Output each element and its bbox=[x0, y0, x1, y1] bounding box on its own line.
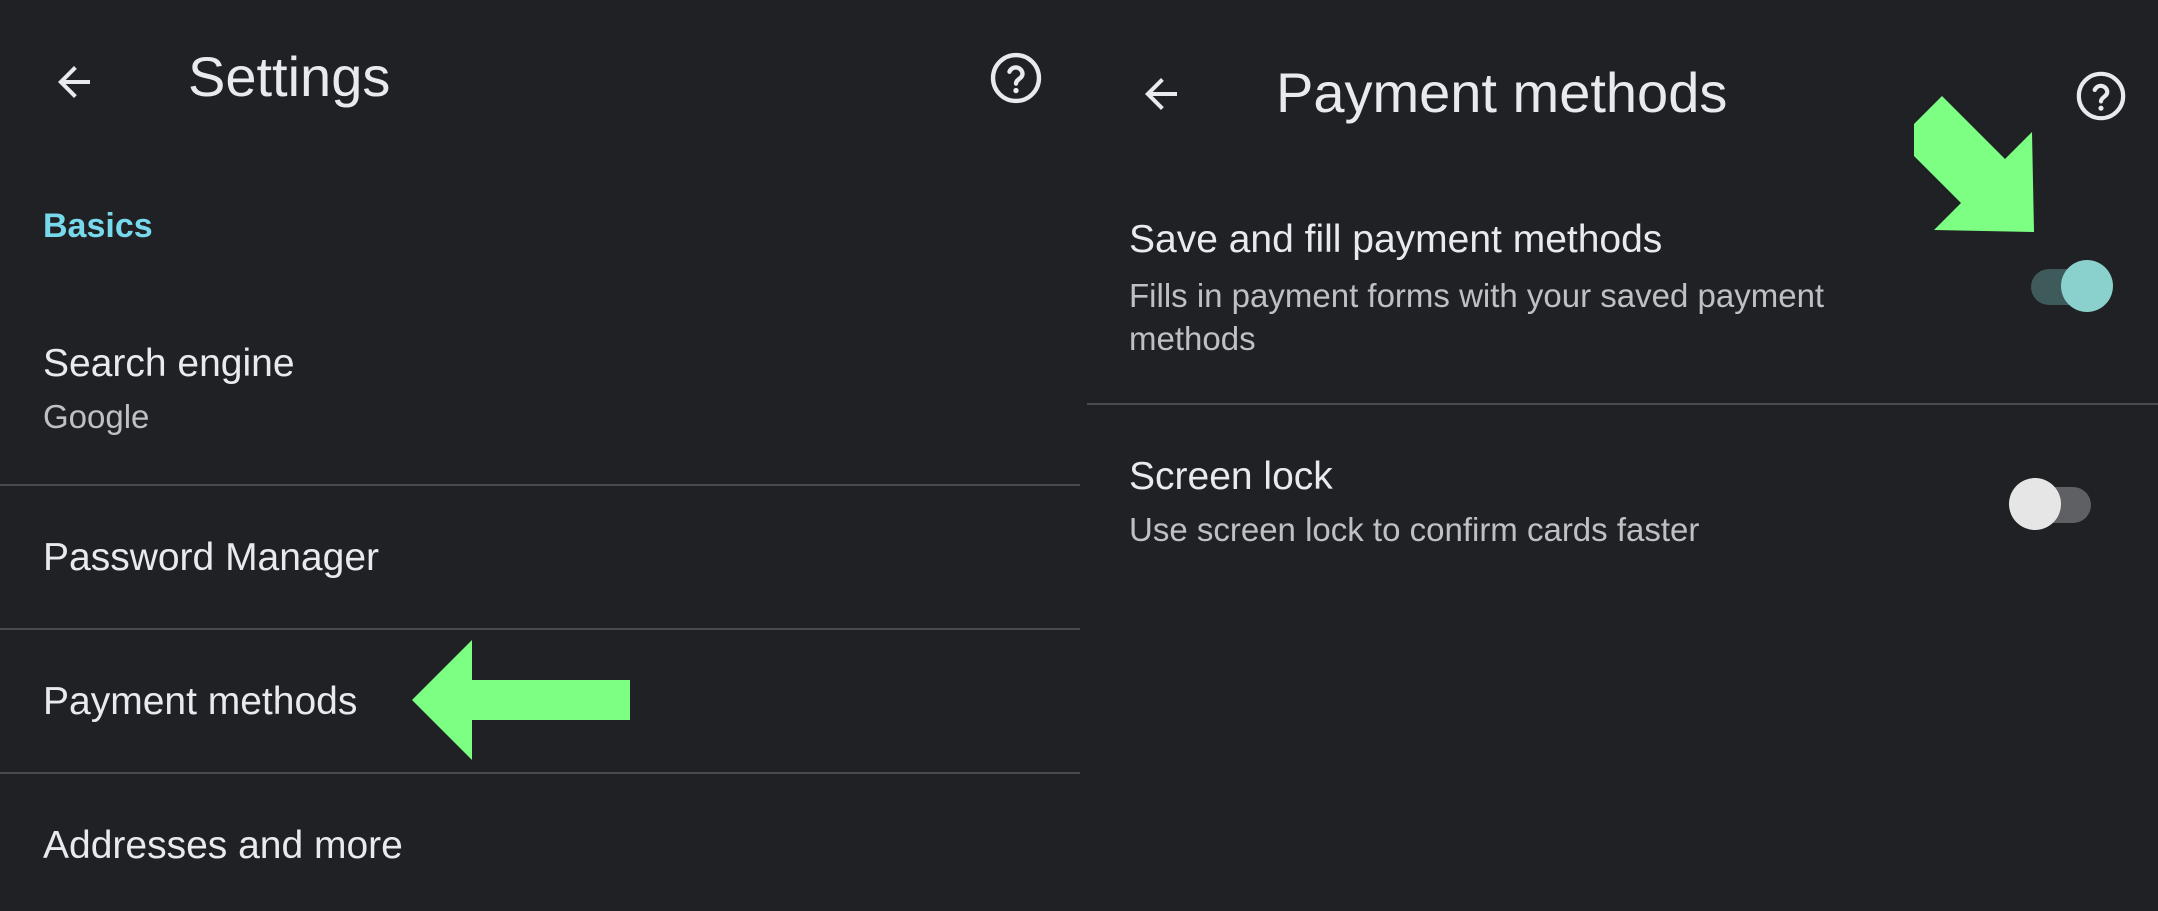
toggle-thumb bbox=[2061, 260, 2113, 312]
screen-lock-toggle[interactable] bbox=[2009, 469, 2093, 530]
settings-item-addresses[interactable]: Addresses and more bbox=[0, 774, 1080, 911]
page-title: Payment methods bbox=[1276, 61, 1728, 124]
help-circle-icon bbox=[990, 52, 1042, 104]
settings-item-search-engine[interactable]: Search engine Google bbox=[0, 330, 1080, 484]
section-header-basics: Basics bbox=[43, 207, 153, 245]
back-button[interactable] bbox=[38, 46, 110, 118]
settings-item-label: Search engine bbox=[43, 342, 295, 385]
settings-item-label: Payment methods bbox=[43, 680, 358, 723]
setting-screen-lock[interactable]: Screen lock Use screen lock to confirm c… bbox=[1087, 405, 2158, 585]
toggle-thumb bbox=[2009, 478, 2061, 530]
arrow-back-icon bbox=[1145, 78, 1177, 110]
help-button[interactable] bbox=[980, 42, 1052, 114]
help-circle-icon bbox=[2076, 71, 2126, 121]
screenshot-page: Settings Basics Search engine Google Pas… bbox=[0, 0, 2158, 911]
page-title: Settings bbox=[188, 45, 391, 108]
save-fill-toggle[interactable] bbox=[2029, 251, 2113, 312]
setting-label: Save and fill payment methods bbox=[1129, 218, 1663, 261]
settings-screen: Settings Basics Search engine Google Pas… bbox=[0, 0, 1080, 911]
settings-item-payment-methods[interactable]: Payment methods bbox=[0, 630, 1080, 772]
back-button[interactable] bbox=[1125, 58, 1197, 130]
payment-methods-screen: Payment methods Save and fill payment me… bbox=[1087, 0, 2158, 911]
setting-description: Fills in payment forms with your saved p… bbox=[1129, 277, 1825, 357]
settings-item-label: Password Manager bbox=[43, 536, 379, 579]
settings-item-value: Google bbox=[43, 398, 150, 435]
help-button[interactable] bbox=[2065, 60, 2137, 132]
arrow-back-icon bbox=[58, 66, 90, 98]
settings-item-password-manager[interactable]: Password Manager bbox=[0, 486, 1080, 628]
settings-item-label: Addresses and more bbox=[43, 824, 403, 867]
setting-description: Use screen lock to confirm cards faster bbox=[1129, 511, 1700, 548]
setting-save-fill-payment-methods[interactable]: Save and fill payment methods Fills in p… bbox=[1087, 205, 2158, 402]
setting-label: Screen lock bbox=[1129, 455, 1333, 498]
